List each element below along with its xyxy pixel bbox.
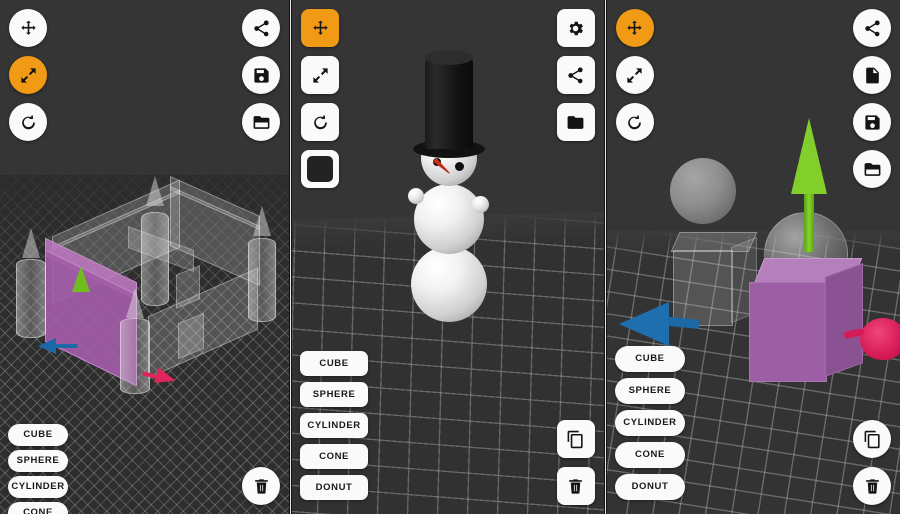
rotate-tool[interactable]	[301, 103, 340, 141]
share-button[interactable]	[242, 9, 281, 47]
shape-button-cube[interactable]: CUBE	[8, 424, 68, 446]
duplicate-button[interactable]	[853, 420, 891, 458]
shape-button-sphere[interactable]: SPHERE	[8, 450, 68, 472]
folder-open-icon	[863, 160, 882, 179]
snowman-eye-right	[455, 162, 465, 171]
delete-button[interactable]	[853, 467, 891, 505]
castle-green-cone	[72, 266, 90, 292]
save-button[interactable]	[242, 56, 281, 94]
shape-button-sphere[interactable]: SPHERE	[300, 382, 369, 407]
share-button[interactable]	[853, 9, 891, 47]
gizmo-arrow-x[interactable]	[38, 336, 78, 358]
snowman-arm-left	[408, 188, 425, 204]
shape-button-sphere[interactable]: SPHERE	[614, 378, 685, 404]
delete-button[interactable]	[242, 467, 281, 505]
gizmo-arrow-y[interactable]	[789, 118, 829, 252]
shape-button-cone[interactable]: CONE	[614, 442, 685, 468]
open-button[interactable]	[556, 103, 595, 141]
pink-cone[interactable]	[860, 318, 900, 360]
shape-button-cylinder[interactable]: CYLINDER	[8, 476, 68, 498]
castle-tower-right	[248, 206, 276, 322]
scale-tool[interactable]	[9, 56, 47, 94]
shape-list: CUBE SPHERE CYLINDER CONE	[8, 424, 68, 514]
file-column-right	[853, 9, 891, 197]
file-column-right	[242, 9, 281, 150]
tool-column-left	[9, 9, 47, 150]
shape-list: CUBE SPHERE CYLINDER CONE DONUT	[614, 346, 685, 506]
rotate-tool[interactable]	[615, 103, 654, 141]
rotate-icon	[625, 113, 644, 132]
action-column	[242, 458, 281, 505]
shape-button-cone[interactable]: CONE	[300, 444, 369, 469]
move-tool[interactable]	[301, 9, 340, 47]
action-column	[556, 411, 595, 505]
duplicate-button[interactable]	[556, 420, 595, 458]
move-icon	[625, 19, 644, 38]
rotate-icon	[311, 113, 330, 132]
share-icon	[566, 66, 585, 85]
color-swatch-icon	[307, 156, 334, 182]
gear-icon	[566, 19, 585, 38]
folder-icon	[566, 113, 585, 132]
rotate-icon	[19, 113, 38, 132]
grey-sphere[interactable]	[669, 158, 736, 224]
shape-button-donut[interactable]: DONUT	[614, 474, 685, 500]
share-icon	[252, 19, 271, 38]
file-column-right	[556, 9, 595, 150]
shape-button-cylinder[interactable]: CYLINDER	[300, 413, 369, 438]
share-icon	[863, 19, 882, 38]
gizmo-arrow-x[interactable]	[618, 300, 700, 346]
move-icon	[311, 19, 330, 38]
open-button[interactable]	[853, 150, 891, 188]
tool-column-left	[301, 9, 340, 197]
scale-tool[interactable]	[301, 56, 340, 94]
shape-button-donut[interactable]: DONUT	[300, 475, 369, 500]
snowman-hat-top	[425, 50, 474, 65]
settings-button[interactable]	[556, 9, 595, 47]
shape-button-cube[interactable]: CUBE	[614, 346, 685, 372]
save-icon	[863, 113, 882, 132]
save-icon	[252, 66, 271, 85]
move-tool[interactable]	[9, 9, 47, 47]
move-icon	[19, 19, 38, 38]
new-file-button[interactable]	[853, 56, 891, 94]
castle-tower-left	[16, 228, 46, 338]
document-icon	[863, 66, 882, 85]
color-swatch[interactable]	[301, 150, 340, 188]
snowman-arm-right	[472, 196, 490, 213]
duplicate-icon	[863, 430, 882, 449]
scale-icon	[311, 66, 330, 85]
move-tool[interactable]	[615, 9, 654, 47]
snowman-base-sphere[interactable]	[411, 246, 488, 322]
purple-cube-selected[interactable]	[748, 258, 871, 384]
scale-icon	[19, 66, 38, 85]
rotate-tool[interactable]	[9, 103, 47, 141]
shape-button-cone[interactable]: CONE	[8, 502, 68, 514]
share-button[interactable]	[556, 56, 595, 94]
tool-column-left	[615, 9, 654, 150]
trash-icon	[863, 477, 882, 496]
snowman-middle-sphere[interactable]	[414, 184, 485, 254]
panel-primitives: CUBE SPHERE CYLINDER CONE DONUT	[606, 0, 900, 514]
duplicate-icon	[566, 430, 585, 449]
shape-list: CUBE SPHERE CYLINDER CONE DONUT	[300, 351, 369, 506]
snowman-hat-cylinder	[425, 57, 474, 149]
screenshot-triptych: CUBE SPHERE CYLINDER CONE CUBE SPHERE CY…	[0, 0, 900, 514]
action-column	[853, 411, 891, 505]
open-button[interactable]	[242, 103, 281, 141]
scale-tool[interactable]	[615, 56, 654, 94]
panel-snowman: CUBE SPHERE CYLINDER CONE DONUT	[292, 0, 604, 514]
trash-icon	[566, 477, 585, 496]
trash-icon	[252, 477, 271, 496]
shape-button-cube[interactable]: CUBE	[300, 351, 369, 376]
gizmo-arrow-z[interactable]	[141, 367, 188, 392]
shape-button-cylinder[interactable]: CYLINDER	[614, 410, 685, 436]
folder-open-icon	[252, 113, 271, 132]
save-button[interactable]	[853, 103, 891, 141]
castle-tower-back	[141, 176, 169, 306]
scale-icon	[625, 66, 644, 85]
panel-castle: CUBE SPHERE CYLINDER CONE	[0, 0, 290, 514]
delete-button[interactable]	[556, 467, 595, 505]
